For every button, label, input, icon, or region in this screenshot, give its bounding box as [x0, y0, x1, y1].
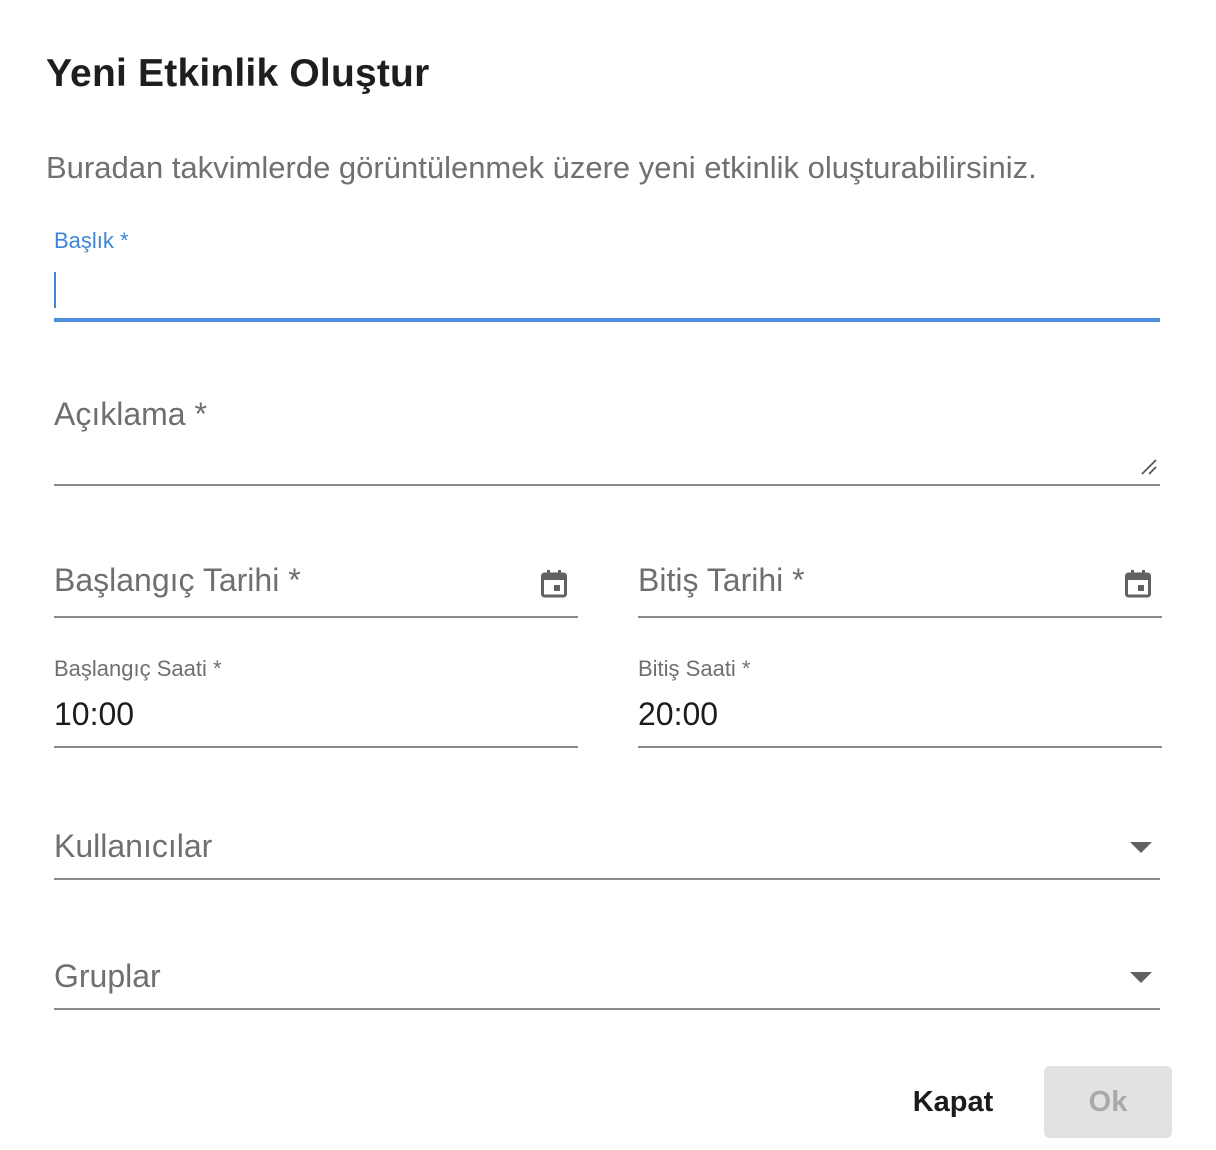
end-time-value: 20:00 [638, 696, 719, 732]
text-caret [54, 272, 56, 308]
dialog-subtitle: Buradan takvimlerde görüntülenmek üzere … [46, 150, 1037, 185]
start-date-field[interactable]: Başlangıç Tarihi * [54, 556, 578, 618]
groups-label: Gruplar [54, 958, 161, 994]
close-button[interactable]: Kapat [890, 1066, 1016, 1138]
end-time-underline [638, 746, 1162, 748]
users-underline [54, 878, 1160, 880]
end-time-label: Bitiş Saati * [638, 656, 751, 681]
start-time-underline [54, 746, 578, 748]
users-select[interactable]: Kullanıcılar [54, 818, 1160, 880]
dropdown-arrow-icon[interactable] [1130, 972, 1152, 983]
groups-select[interactable]: Gruplar [54, 948, 1160, 1010]
start-date-label: Başlangıç Tarihi * [54, 562, 301, 598]
calendar-icon[interactable] [1125, 570, 1151, 598]
end-date-field[interactable]: Bitiş Tarihi * [638, 556, 1162, 618]
start-time-value: 10:00 [54, 696, 135, 732]
start-time-label: Başlangıç Saati * [54, 656, 222, 681]
start-time-field[interactable]: Başlangıç Saati * 10:00 [54, 650, 578, 748]
title-underline [54, 318, 1160, 322]
dialog-title: Yeni Etkinlik Oluştur [46, 52, 430, 95]
end-date-label: Bitiş Tarihi * [638, 562, 805, 598]
dropdown-arrow-icon[interactable] [1130, 842, 1152, 853]
description-underline [54, 484, 1160, 486]
groups-underline [54, 1008, 1160, 1010]
end-time-field[interactable]: Bitiş Saati * 20:00 [638, 650, 1162, 748]
new-event-dialog: Yeni Etkinlik Oluştur Buradan takvimlerd… [0, 0, 1216, 1150]
title-label: Başlık * [54, 228, 129, 253]
title-field[interactable]: Başlık * [54, 222, 1160, 322]
calendar-icon[interactable] [541, 570, 567, 598]
resize-handle-icon[interactable] [1140, 458, 1158, 476]
description-field[interactable]: Açıklama * [54, 390, 1160, 486]
start-date-underline [54, 616, 578, 618]
users-label: Kullanıcılar [54, 828, 213, 864]
description-label: Açıklama * [54, 396, 207, 432]
ok-button[interactable]: Ok [1044, 1066, 1172, 1138]
end-date-underline [638, 616, 1162, 618]
